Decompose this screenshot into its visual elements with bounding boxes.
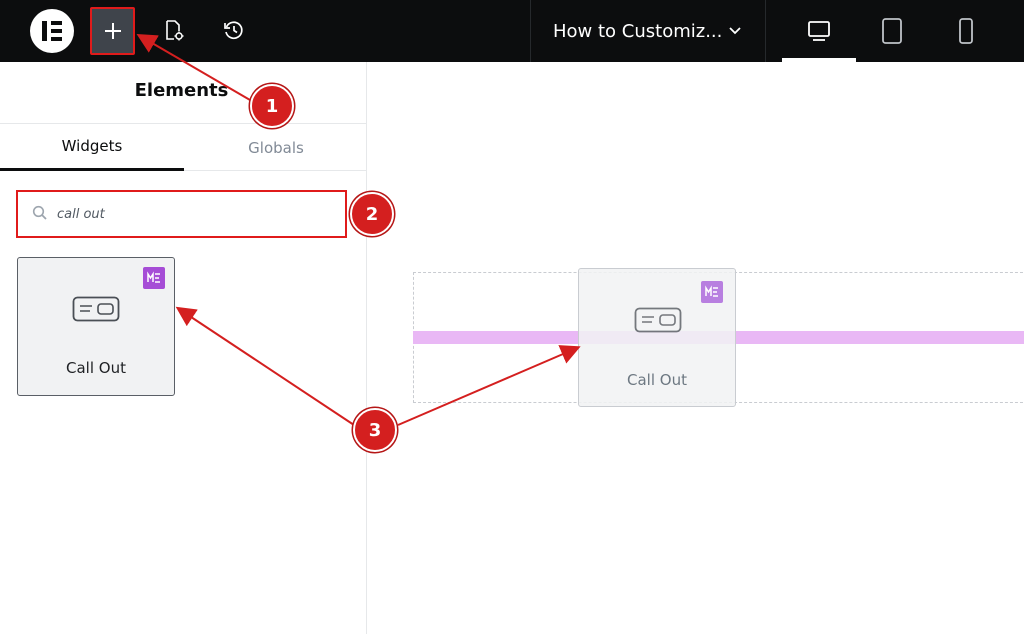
mobile-icon[interactable]	[949, 15, 983, 47]
call-out-icon	[634, 307, 682, 338]
widget-search-input[interactable]: call out	[16, 190, 347, 238]
history-icon[interactable]	[220, 16, 248, 44]
chevron-down-icon	[727, 22, 743, 43]
page-settings-icon[interactable]	[159, 16, 187, 44]
top-bar: How to Customiz...	[0, 0, 1024, 62]
panel-tabs: Widgets Globals	[0, 124, 367, 171]
search-icon	[32, 205, 48, 226]
elements-panel: Elements Widgets Globals call out Call O…	[0, 62, 367, 634]
page-title: How to Customiz...	[553, 20, 723, 42]
tablet-icon[interactable]	[875, 15, 909, 47]
tab-widgets[interactable]: Widgets	[0, 124, 184, 171]
me-badge-icon	[143, 267, 165, 294]
me-badge-icon	[701, 281, 723, 308]
widget-label: Call Out	[66, 359, 126, 377]
elementor-logo-icon[interactable]	[30, 9, 74, 53]
dragged-widget-call-out[interactable]: Call Out	[578, 268, 736, 407]
panel-header: Elements	[0, 62, 367, 124]
panel-title: Elements	[134, 80, 229, 101]
widget-label: Call Out	[627, 371, 687, 389]
editor-canvas[interactable]: Call Out	[368, 62, 1024, 634]
call-out-icon	[72, 296, 120, 327]
plus-icon	[92, 9, 133, 53]
tab-globals[interactable]: Globals	[184, 124, 368, 171]
widget-call-out[interactable]: Call Out	[17, 257, 175, 396]
page-title-dropdown[interactable]: How to Customiz...	[531, 0, 765, 62]
add-element-button[interactable]	[90, 7, 135, 55]
search-value: call out	[57, 207, 105, 222]
desktop-icon[interactable]	[802, 15, 836, 47]
